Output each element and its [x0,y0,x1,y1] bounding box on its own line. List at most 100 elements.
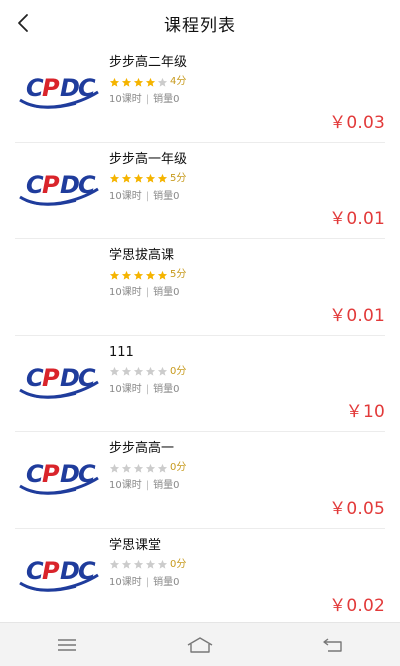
star-empty-icon [133,463,144,473]
star-empty-icon [133,366,144,376]
sales-count: 销量0 [153,576,180,588]
star-filled-icon [121,77,132,87]
svg-text:P: P [42,364,60,392]
meta-separator: | [145,287,150,298]
course-rating: 4分 [109,75,385,89]
star-rating [109,270,169,281]
svg-text:D: D [60,171,80,199]
lesson-count: 10课时 [109,576,142,588]
svg-text:D: D [60,557,80,585]
meta-separator: | [145,576,150,588]
cpdc-logo-icon: C P D C [19,557,99,592]
star-empty-icon [121,366,132,376]
course-thumbnail: C P D C [15,60,103,120]
svg-text:C: C [78,460,96,488]
star-filled-icon [145,77,156,87]
course-info: 学思拔高课 5分 10课时 | 销量0 [109,247,385,300]
svg-text:C: C [78,74,96,102]
rating-score: 4分 [170,76,187,87]
course-price: ￥0.03 [329,112,385,133]
course-item[interactable]: 学思拔高课 5分 10课时 | 销量0 ￥0.01 [15,239,385,336]
course-item[interactable]: C P D C 111 0分 10课时 | 销量0 ￥10 [15,336,385,432]
course-thumbnail [15,253,103,313]
course-name: 学思课堂 [109,537,162,553]
chevron-left-icon [18,14,28,32]
system-nav-bar [0,622,400,666]
course-meta: 10课时 | 销量0 [109,286,385,300]
star-empty-icon [133,559,144,569]
course-info: 111 0分 10课时 | 销量0 [109,344,385,397]
svg-text:D: D [60,74,80,102]
course-price: ￥0.01 [329,305,385,326]
course-name: 步步高高一 [109,441,175,456]
course-thumbnail: C P D C [15,157,103,217]
star-empty-icon [109,559,120,569]
star-rating [109,366,169,377]
rating-score: 0分 [170,558,187,570]
lesson-count: 10课时 [109,480,142,491]
svg-text:D: D [60,460,80,488]
star-empty-icon [121,463,132,473]
course-rating: 0分 [109,558,385,572]
course-name: 步步高二年级 [109,55,188,70]
course-info: 学思课堂 0分 10课时 | 销量0 [109,537,385,590]
sales-count: 销量0 [153,190,180,202]
star-filled-icon [145,270,156,280]
course-meta: 10课时 | 销量0 [109,190,385,204]
course-thumbnail: C P D C [15,350,103,410]
home-icon [187,636,213,653]
menu-icon [57,638,76,651]
course-item[interactable]: C P D C 步步高二年级 4分 10课时 | 销量0 ￥0.03 [15,46,385,143]
course-list: C P D C 步步高二年级 4分 10课时 | 销量0 ￥0.03 C P D… [0,46,400,622]
back-button[interactable] [8,8,38,38]
sales-count: 销量0 [153,383,180,395]
course-price: ￥0.02 [329,596,385,616]
course-item[interactable]: C P D C 学思课堂 0分 10课时 | 销量0 ￥0.02 [15,529,385,623]
rating-score: 0分 [170,462,187,473]
page-title: 课程列表 [164,15,236,36]
star-rating [109,463,169,474]
course-name: 111 [109,344,134,360]
course-meta: 10课时 | 销量0 [109,383,385,397]
svg-text:P: P [42,74,60,102]
course-item[interactable]: C P D C 步步高一年级 5分 10课时 | 销量0 ￥0.01 [15,143,385,239]
course-meta: 10课时 | 销量0 [109,93,385,107]
lesson-count: 10课时 [109,383,142,395]
course-meta: 10课时 | 销量0 [109,479,385,493]
course-thumbnail: C P D C [15,446,103,506]
star-filled-icon [109,77,120,87]
star-filled-icon [121,173,132,183]
star-filled-icon [133,270,144,280]
rating-score: 5分 [170,172,187,184]
course-rating: 5分 [109,172,385,186]
nav-home-button[interactable] [180,625,220,665]
cpdc-logo-icon: C P D C [19,74,99,109]
star-empty-icon [157,559,168,569]
star-empty-icon [109,463,120,473]
course-meta: 10课时 | 销量0 [109,576,385,590]
course-info: 步步高二年级 4分 10课时 | 销量0 [109,54,385,107]
sales-count: 销量0 [153,480,180,491]
course-item[interactable]: C P D C 步步高高一 0分 10课时 | 销量0 ￥0.05 [15,432,385,529]
nav-back-button[interactable] [313,625,353,665]
course-name: 学思拔高课 [109,248,175,263]
meta-separator: | [145,190,150,202]
star-filled-icon [157,173,168,183]
back-icon [323,637,343,652]
course-price: ￥0.05 [329,498,385,519]
header-bar: 课程列表 [0,0,400,46]
svg-text:D: D [60,364,80,392]
course-rating: 5分 [109,268,385,282]
lesson-count: 10课时 [109,287,142,298]
sales-count: 销量0 [153,287,180,298]
star-empty-icon [145,463,156,473]
nav-menu-button[interactable] [47,625,87,665]
lesson-count: 10课时 [109,94,142,105]
star-filled-icon [145,173,156,183]
course-list-page: 课程列表 C P D C 步步高二年级 4分 10课时 | 销量0 ￥0.03 … [0,0,400,666]
course-info: 步步高一年级 5分 10课时 | 销量0 [109,151,385,204]
svg-text:C: C [78,557,96,585]
meta-separator: | [145,383,150,395]
course-rating: 0分 [109,365,385,379]
svg-text:P: P [42,460,60,488]
